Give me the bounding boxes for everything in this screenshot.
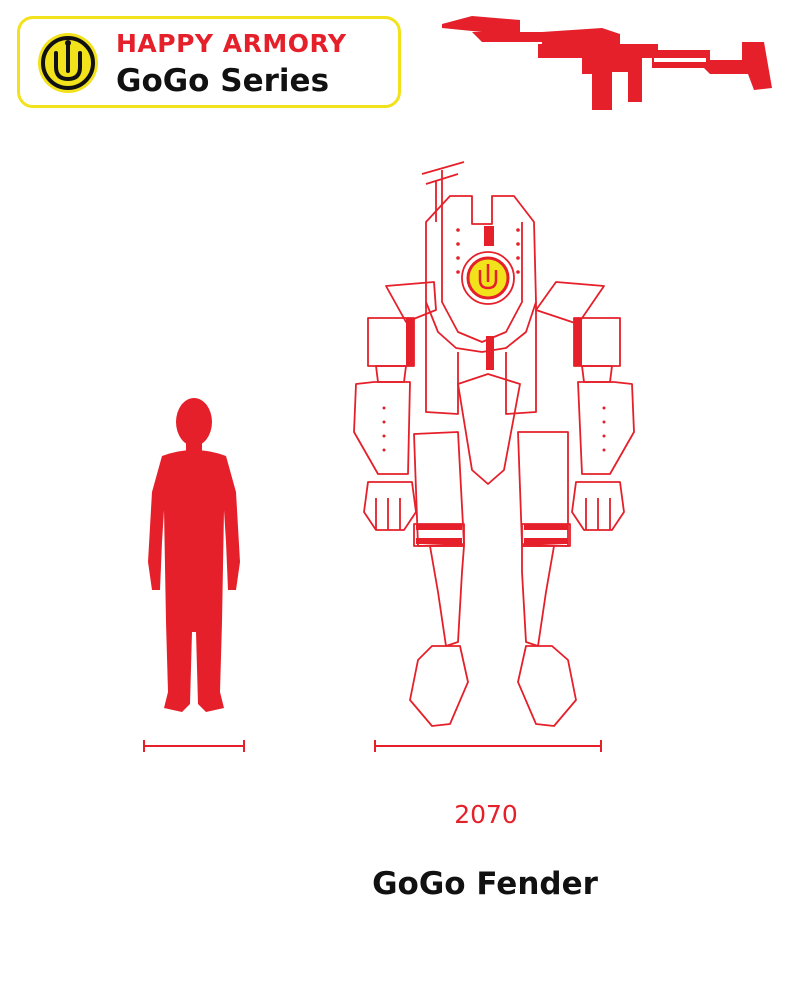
brand-title: HAPPY ARMORY <box>116 29 347 58</box>
smiley-face-logo-icon <box>38 33 98 93</box>
robot-mech-outline-icon <box>353 161 635 727</box>
human-scale-bar <box>143 740 245 752</box>
robot-scale-bar <box>374 740 602 752</box>
model-name: GoGo Fender <box>372 866 598 902</box>
rifle-silhouette-icon <box>442 16 772 110</box>
brand-card: HAPPY ARMORY GoGo Series <box>17 16 401 108</box>
series-title: GoGo Series <box>116 63 330 99</box>
model-year: 2070 <box>454 800 518 829</box>
human-silhouette-icon <box>148 398 240 712</box>
